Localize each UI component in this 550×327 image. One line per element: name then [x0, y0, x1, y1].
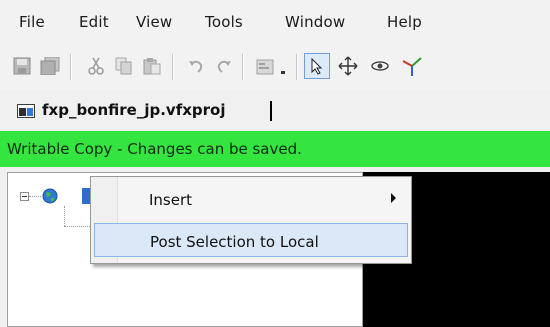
properties-icon[interactable]: [254, 55, 278, 77]
context-menu-insert-label: Insert: [149, 191, 193, 209]
context-menu-insert[interactable]: Insert: [94, 182, 408, 216]
status-text: Writable Copy - Changes can be saved.: [7, 140, 302, 158]
project-file-name[interactable]: fxp_bonfire_jp.vfxproj: [42, 101, 226, 119]
toolbar-separator: [172, 54, 174, 80]
select-arrow-icon[interactable]: [304, 53, 330, 79]
toolbar: [0, 38, 550, 90]
context-menu-post-selection-to-local[interactable]: Post Selection to Local: [94, 223, 408, 257]
text-caret: [270, 101, 272, 121]
globe-icon[interactable]: [42, 188, 58, 204]
paste-icon[interactable]: [140, 55, 164, 77]
toolbar-separator: [242, 54, 244, 80]
menu-edit[interactable]: Edit: [79, 13, 109, 31]
menu-bar: File Edit View Tools Window Help: [0, 0, 550, 38]
submenu-arrow-icon: [391, 193, 396, 203]
save-all-icon[interactable]: [38, 55, 62, 77]
copy-icon[interactable]: [112, 55, 136, 77]
tree-connector: [64, 206, 65, 226]
axis-icon[interactable]: [400, 55, 424, 77]
toolbar-separator: [70, 54, 72, 80]
tree-collapse-icon[interactable]: [20, 192, 29, 201]
menu-view[interactable]: View: [136, 13, 172, 31]
menu-window[interactable]: Window: [285, 13, 345, 31]
cut-icon[interactable]: [84, 55, 108, 77]
save-icon[interactable]: [10, 55, 34, 77]
tree-connector: [64, 226, 90, 227]
move-icon[interactable]: [336, 55, 360, 77]
context-menu-post-label: Post Selection to Local: [150, 233, 319, 251]
orbit-icon[interactable]: [368, 55, 392, 77]
redo-icon[interactable]: [212, 55, 236, 77]
toolbar-separator: [296, 54, 298, 80]
tree-connector: [29, 196, 41, 197]
menu-file[interactable]: File: [19, 13, 45, 31]
menu-tools[interactable]: Tools: [205, 13, 243, 31]
project-file-icon: [17, 104, 35, 118]
undo-icon[interactable]: [184, 55, 208, 77]
properties-dropdown-icon[interactable]: [278, 55, 288, 77]
menu-help[interactable]: Help: [387, 13, 422, 31]
context-menu: Insert Post Selection to Local: [90, 176, 412, 264]
